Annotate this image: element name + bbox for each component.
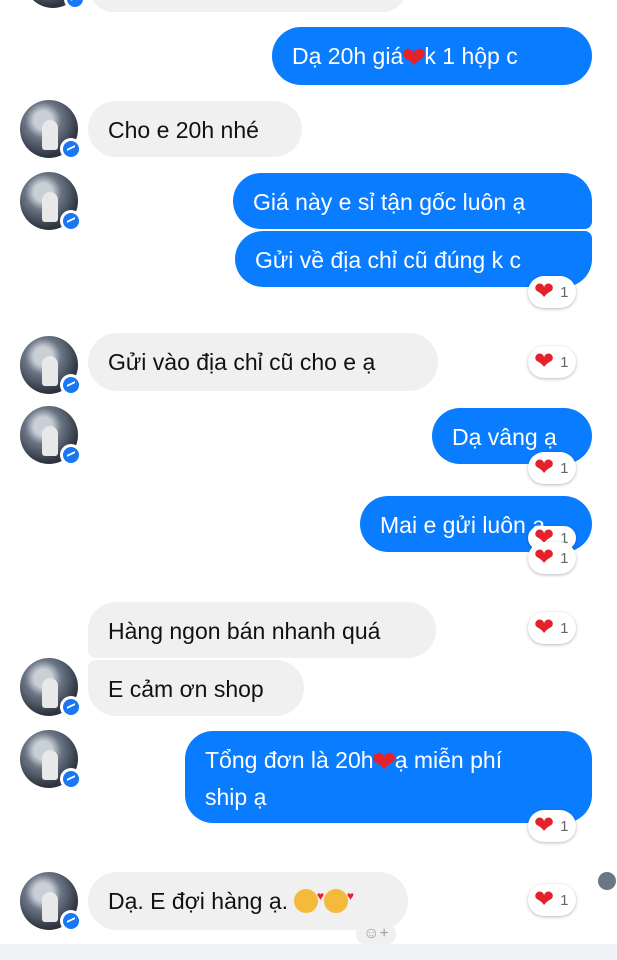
message-text: Mai e gửi luôn ạ [380,512,545,538]
message-bubble-outgoing[interactable]: Giá này e sỉ tận gốc luôn ạ [233,173,592,229]
heart-icon: ❤ [534,278,555,305]
message-text: Hàng ngon bán nhanh quá [108,618,381,644]
composer-bar [0,944,617,960]
messenger-badge-icon [60,210,82,232]
message-text: E cảm ơn shop [108,676,264,702]
message-bubble-incoming[interactable] [88,0,408,12]
smiling-face-with-hearts-icon [324,883,354,913]
messenger-badge-icon [60,910,82,932]
reaction-count: 1 [560,619,569,637]
reaction-badge[interactable]: ❤ 1 [528,542,577,574]
message-bubble-outgoing[interactable]: Dạ 20h giá❤k 1 hộp c [272,27,592,85]
message-text: Giá này e sỉ tận gốc luôn ạ [253,189,526,215]
contact-avatar[interactable] [20,100,82,160]
reaction-count: 1 [560,353,569,371]
message-bubble-incoming[interactable]: Cho e 20h nhé [88,101,302,157]
messenger-badge-icon [60,374,82,396]
seen-avatar [598,872,616,890]
message-bubble-incoming[interactable]: Dạ. E đợi hàng ạ. [88,872,408,930]
reaction-count: 1 [560,459,569,477]
reaction-badge[interactable]: ❤ 1 [528,612,577,644]
reaction-badge[interactable]: ❤ 1 [528,452,577,484]
messenger-badge-icon [60,768,82,790]
message-text: k 1 hộp c [424,43,518,69]
contact-avatar[interactable] [20,872,82,932]
reaction-badge[interactable]: ❤ 1 [528,810,577,842]
reaction-badge[interactable]: ❤ 1 [528,276,577,308]
contact-avatar[interactable] [20,658,82,718]
heart-icon: ❤ [371,746,397,779]
message-text: Dạ. E đợi hàng ạ. [108,888,289,914]
messenger-badge-icon [60,138,82,160]
message-bubble-incoming[interactable]: Hàng ngon bán nhanh quá [88,602,436,658]
contact-avatar[interactable] [24,0,86,10]
heart-icon: ❤ [534,886,555,913]
message-text: ship ạ [205,784,267,810]
contact-avatar[interactable] [20,172,82,232]
messenger-badge-icon [64,0,86,10]
message-bubble-incoming[interactable]: E cảm ơn shop [88,660,304,716]
reaction-count: 1 [560,891,569,909]
reaction-count: 1 [560,283,569,301]
heart-icon: ❤ [534,348,555,375]
smiling-face-with-hearts-icon [294,883,324,913]
message-text: Dạ vâng ạ [452,424,557,450]
heart-icon: ❤ [401,42,427,75]
message-text: Tổng đơn là 20h [205,747,374,773]
heart-icon: ❤ [534,544,555,571]
heart-icon: ❤ [534,614,555,641]
contact-avatar[interactable] [20,730,82,790]
message-text: Cho e 20h nhé [108,117,259,143]
message-text: Gửi vào địa chỉ cũ cho e ạ [108,349,376,375]
reaction-count: 1 [560,817,569,835]
contact-avatar[interactable] [20,336,82,396]
message-text: Dạ 20h giá [292,43,404,69]
message-bubble-incoming[interactable]: Gửi vào địa chỉ cũ cho e ạ [88,333,438,391]
message-text: Gửi về địa chỉ cũ đúng k c [255,247,521,273]
add-reaction-button[interactable]: ☺+ [356,922,396,946]
heart-icon: ❤ [534,812,555,839]
message-bubble-outgoing[interactable]: Tổng đơn là 20h❤ạ miễn phí ship ạ [185,731,592,823]
message-text: ạ miễn phí [394,747,503,773]
heart-icon: ❤ [534,454,555,481]
reaction-badge[interactable]: ❤ 1 [528,884,577,916]
reaction-count: 1 [560,549,569,567]
contact-avatar[interactable] [20,406,82,466]
messenger-badge-icon [60,444,82,466]
messenger-badge-icon [60,696,82,718]
reaction-badge[interactable]: ❤ 1 [528,346,577,378]
